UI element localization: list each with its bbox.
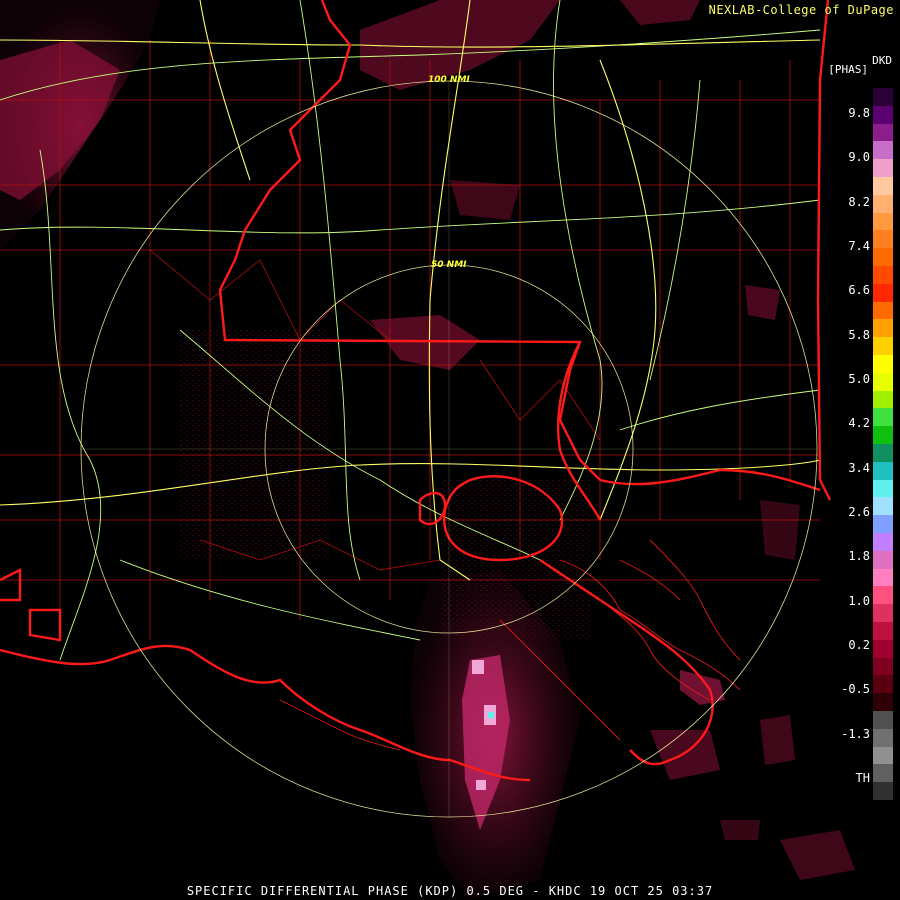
legend-swatch xyxy=(873,693,893,712)
legend-swatch xyxy=(873,764,893,783)
legend-swatch xyxy=(873,123,893,142)
legend-swatch xyxy=(873,212,893,231)
legend-tick-label: 0.2 xyxy=(848,638,870,652)
legend-swatch xyxy=(873,568,893,587)
legend-ticks: 9.8 9.0 8.2 7.4 6.6 5.8 5.0 4.2 3.4 2.6 1.8 1.0 0.2 -… xyxy=(836,88,876,800)
legend-swatch xyxy=(873,746,893,765)
radar-display: 100 NMI 50 NMI NEXLAB-College of DuPage … xyxy=(0,0,900,900)
legend-swatch xyxy=(873,248,893,267)
legend-tick-label: 1.8 xyxy=(848,549,870,564)
legend-swatch xyxy=(873,728,893,747)
legend-swatch xyxy=(873,194,893,213)
legend-tick-label: 5.8 xyxy=(848,327,870,342)
range-ring-label-50: 50 NMI xyxy=(431,260,467,270)
legend-swatch xyxy=(873,141,893,160)
product-caption: SPECIFIC DIFFERENTIAL PHASE (KDP) 0.5 DE… xyxy=(186,884,714,898)
legend-tick-label: 8.2 xyxy=(848,194,870,209)
legend-swatch xyxy=(873,230,893,249)
legend-swatch xyxy=(873,337,893,356)
legend-swatch xyxy=(873,319,893,338)
legend-tick-label: TH xyxy=(855,771,870,785)
legend-swatch xyxy=(873,657,893,676)
legend-swatch xyxy=(873,639,893,658)
legend-swatch xyxy=(873,372,893,391)
legend-swatch xyxy=(873,497,893,516)
legend-swatch xyxy=(873,604,893,623)
legend-swatch xyxy=(873,461,893,480)
legend-swatch xyxy=(873,159,893,178)
legend-swatch xyxy=(873,515,893,534)
legend-tick-label: 9.8 xyxy=(848,106,870,120)
legend-swatch xyxy=(873,586,893,605)
legend-tick-label: 3.4 xyxy=(848,460,870,475)
unit-label: [PHAS] xyxy=(828,63,868,76)
range-ring-label-100: 100 NMI xyxy=(428,75,470,85)
site-code-label: DKD xyxy=(872,54,892,67)
legend-swatch xyxy=(873,301,893,320)
legend-swatch xyxy=(873,105,893,124)
legend-swatch xyxy=(873,622,893,640)
legend-swatch xyxy=(873,266,893,284)
legend-tick-label: 2.6 xyxy=(848,505,870,519)
range-rings xyxy=(80,80,818,818)
legend-swatch xyxy=(873,88,893,106)
radar-echoes xyxy=(0,0,855,900)
credit-label: NEXLAB-College of DuPage xyxy=(708,3,894,17)
legend-tick-label: -1.3 xyxy=(841,726,870,741)
legend-swatch xyxy=(873,533,893,551)
legend-tick-label: 9.0 xyxy=(848,150,870,165)
legend-swatch xyxy=(873,782,893,801)
legend-swatch xyxy=(873,711,893,729)
legend-swatch xyxy=(873,675,893,694)
legend-tick-label: 7.4 xyxy=(848,239,870,253)
legend-swatch xyxy=(873,408,893,427)
legend-swatch xyxy=(873,390,893,409)
legend-swatch xyxy=(873,444,893,462)
legend-tick-label: 1.0 xyxy=(848,593,870,608)
legend-tick-label: 5.0 xyxy=(848,372,870,386)
legend-tick-label: 4.2 xyxy=(848,416,870,431)
legend-swatch xyxy=(873,355,893,373)
legend-swatch xyxy=(873,550,893,569)
color-legend-bar xyxy=(873,88,893,801)
radar-map: 100 NMI 50 NMI xyxy=(0,0,855,900)
legend-swatch xyxy=(873,479,893,498)
legend-swatch xyxy=(873,283,893,302)
legend-tick-label: -0.5 xyxy=(841,682,870,697)
legend-swatch xyxy=(873,177,893,195)
legend-swatch xyxy=(873,426,893,445)
legend-tick-label: 6.6 xyxy=(848,283,870,298)
